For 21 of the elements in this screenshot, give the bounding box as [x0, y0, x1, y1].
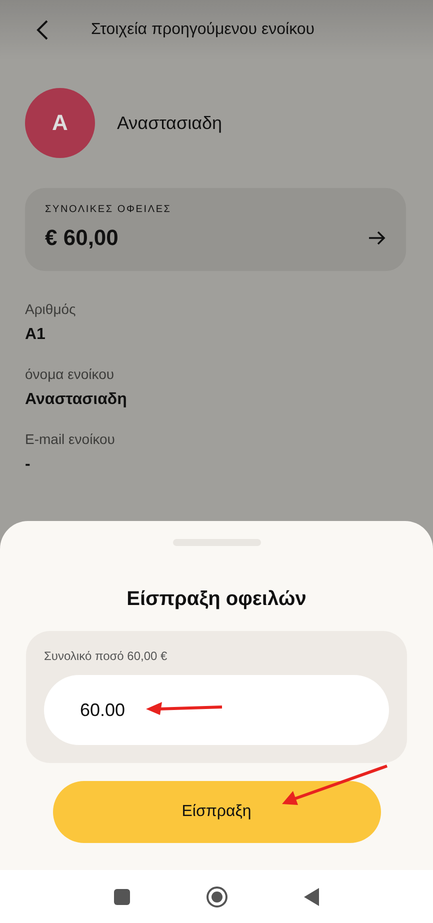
tenant-name: Αναστασιαδη — [117, 112, 222, 134]
back-icon[interactable] — [35, 19, 49, 41]
field-label: όνομα ενοίκου — [25, 366, 116, 382]
home-circle-icon[interactable] — [206, 886, 228, 908]
field-value: Αναστασιαδη — [25, 391, 128, 409]
debts-card[interactable]: ΣΥΝΟΛΙΚΕΣ ΟΦΕΙΛΕΣ € 60,00 — [25, 188, 406, 271]
field-label: Αριθμός — [25, 301, 77, 317]
field-value: A1 — [25, 326, 46, 344]
back-triangle-icon[interactable] — [304, 888, 319, 906]
sheet-title: Είσπραξη οφειλών — [126, 588, 306, 611]
field-value: - — [25, 456, 32, 474]
amount-input-field[interactable]: 60.00 — [44, 675, 389, 745]
debts-label: ΣΥΝΟΛΙΚΕΣ ΟΦΕΙΛΕΣ — [45, 204, 172, 215]
collect-button[interactable]: Είσπραξη — [52, 781, 380, 843]
square-icon[interactable] — [114, 888, 130, 904]
debts-amount: € 60,00 — [45, 225, 118, 251]
total-amount-label: Συνολικό ποσό 60,00 € — [44, 649, 168, 663]
avatar-circle: A — [25, 88, 95, 158]
arrow-right-icon — [368, 231, 386, 245]
field-label: E-mail ενοίκου — [25, 431, 116, 447]
screen-title: Στοιχεία προηγούμενου ενοίκου — [91, 21, 315, 39]
